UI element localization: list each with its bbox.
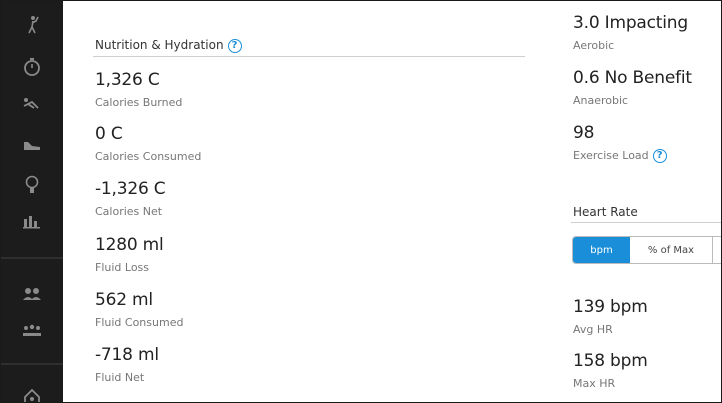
- activity-details-panel: Nutrition & Hydration? 1,326 C Calories …: [0, 0, 722, 403]
- stat-label: Fluid Consumed: [95, 316, 184, 329]
- nutrition-title-text: Nutrition & Hydration: [95, 38, 224, 52]
- stat-label: Calories Burned: [95, 96, 183, 109]
- help-icon[interactable]: ?: [652, 149, 667, 163]
- stat-label: Aerobic: [573, 39, 615, 52]
- stat-value: -1,326 C: [95, 179, 166, 199]
- golf-icon[interactable]: [20, 13, 44, 37]
- stat-value: 139 bpm: [573, 297, 648, 317]
- stat-label: Avg HR: [573, 323, 613, 336]
- bar-chart-icon[interactable]: [20, 209, 44, 233]
- sidebar: [1, 1, 63, 402]
- stat-calories-consumed: 0 C Calories Consumed: [95, 124, 201, 163]
- stat-label: Calories Consumed: [95, 150, 202, 163]
- stat-value: 0.6 No Benefit: [573, 68, 692, 88]
- stat-value: 0 C: [95, 124, 123, 144]
- heart-rate-title: Heart Rate: [573, 205, 638, 219]
- stat-fluid-net: -718 ml Fluid Net: [95, 345, 159, 384]
- stat-label: Exercise Load?: [573, 149, 667, 163]
- stat-avg-hr: 139 bpm Avg HR: [573, 297, 648, 336]
- tab-percent-of-max[interactable]: % of Max: [630, 237, 713, 263]
- stat-value: 98: [573, 123, 595, 143]
- tab-more[interactable]: [713, 237, 721, 263]
- stopwatch-icon[interactable]: [20, 55, 44, 79]
- stat-value: 1280 ml: [95, 235, 164, 255]
- stat-label: Anaerobic: [573, 94, 629, 107]
- stat-aerobic: 3.0 Impacting Aerobic: [573, 13, 688, 52]
- sidebar-divider: [1, 363, 63, 365]
- tab-bpm[interactable]: bpm: [573, 237, 630, 263]
- lightbulb-icon[interactable]: [20, 173, 44, 197]
- hr-unit-toggle: bpm % of Max: [572, 236, 721, 264]
- team-icon[interactable]: [20, 318, 44, 342]
- group-icon[interactable]: [20, 282, 44, 306]
- stat-calories-net: -1,326 C Calories Net: [95, 179, 166, 218]
- stat-value: 158 bpm: [573, 351, 648, 371]
- stat-max-hr: 158 bpm Max HR: [573, 351, 648, 390]
- section-divider: [93, 56, 525, 57]
- help-icon[interactable]: ?: [227, 38, 242, 53]
- nutrition-section-title: Nutrition & Hydration?: [95, 38, 242, 53]
- stat-fluid-loss: 1280 ml Fluid Loss: [95, 235, 164, 274]
- exercise-load-label: Exercise Load: [573, 149, 649, 162]
- stat-value: 3.0 Impacting: [573, 13, 688, 33]
- shoe-icon[interactable]: [20, 133, 44, 157]
- stat-label: Calories Net: [95, 205, 163, 218]
- home-icon[interactable]: [20, 385, 44, 402]
- sidebar-divider: [1, 257, 63, 259]
- section-divider: [571, 222, 721, 223]
- stat-fluid-consumed: 562 ml Fluid Consumed: [95, 290, 183, 329]
- stat-value: 1,326 C: [95, 70, 160, 90]
- stat-calories-burned: 1,326 C Calories Burned: [95, 70, 182, 109]
- swimmer-icon[interactable]: [20, 92, 44, 116]
- stat-label: Fluid Net: [95, 371, 145, 384]
- stat-label: Max HR: [573, 377, 616, 390]
- stat-label: Fluid Loss: [95, 261, 150, 274]
- stat-value: 562 ml: [95, 290, 153, 310]
- stat-value: -718 ml: [95, 345, 159, 365]
- stat-exercise-load: 98 Exercise Load?: [573, 123, 667, 163]
- stat-anaerobic: 0.6 No Benefit Anaerobic: [573, 68, 692, 107]
